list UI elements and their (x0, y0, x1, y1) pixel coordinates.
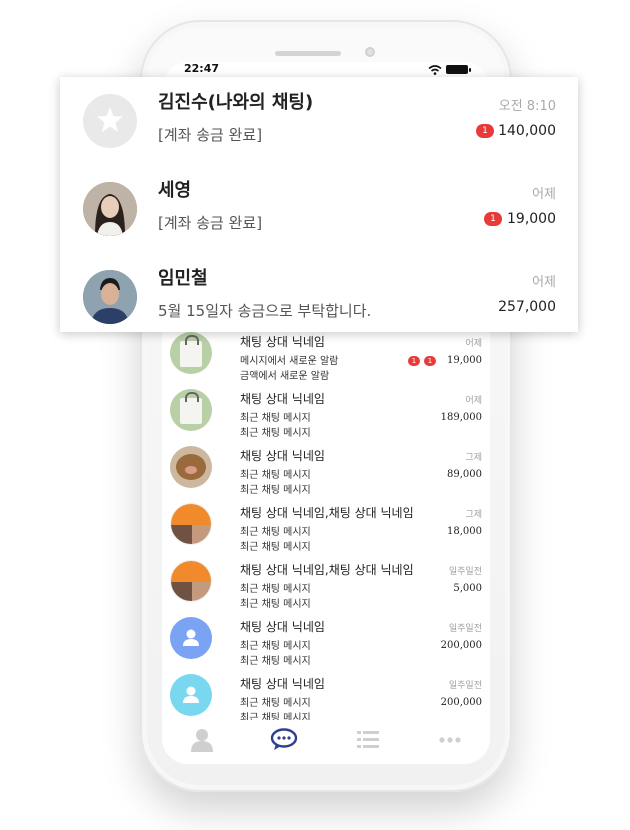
list-item[interactable]: 채팅 상대 닉네임,채팅 상대 닉네임 최근 채팅 메시지 최근 채팅 메시지 일주일… (162, 558, 490, 615)
chat-amount: 140,000 (498, 123, 556, 139)
list-item[interactable]: 채팅 상대 닉네임 최근 채팅 메시지 최근 채팅 메시지 어제 189,000 (162, 387, 490, 444)
chat-message: [계좌 송금 완료] (158, 214, 263, 232)
avatar-person-icon (170, 617, 212, 659)
wifi-icon (428, 65, 442, 75)
chat-message: 5월 15일자 송금으로 부탁합니다. (158, 302, 372, 320)
list-item-amount: 18,000 (447, 526, 482, 537)
list-item-time: 그제 (465, 453, 482, 463)
tab-friends-person-icon[interactable] (188, 728, 216, 752)
chat-row[interactable]: 임민철 5월 15일자 송금으로 부탁합니다. 어제 257,000 (60, 253, 578, 341)
list-item-amount: 5,000 (453, 583, 482, 594)
tab-list-icon[interactable] (354, 728, 382, 752)
list-item-time: 일주일전 (448, 567, 482, 577)
mockup-stage: 22:47 채팅 상대 닉네임 메시지에서 새로운 알람 금액에서 새로운 알람 어제… (0, 0, 630, 830)
unread-badge: 1 (476, 124, 494, 138)
list-item-message: 최근 채팅 메시지 (240, 428, 311, 439)
chat-time: 어제 (532, 275, 556, 290)
list-item-message: 최근 채팅 메시지 (240, 599, 311, 610)
list-item-message: 최근 채팅 메시지 (240, 542, 311, 553)
chat-time: 오전 8:10 (498, 99, 556, 114)
avatar-shopping-bag-icon (170, 389, 212, 431)
avatar-man-photo (83, 270, 137, 324)
tab-chats-chat-bubble-icon[interactable] (270, 728, 298, 752)
unread-badge: 1 (424, 356, 436, 366)
chat-name: 세영 (158, 180, 192, 201)
avatar-plush-pig-icon (170, 446, 212, 488)
list-item-time: 그제 (465, 510, 482, 520)
tab-more-dots-icon[interactable] (436, 728, 464, 752)
chat-list: 채팅 상대 닉네임 메시지에서 새로운 알람금액에서 새로운 알람어제 19,000… (162, 330, 490, 729)
phone-speaker (275, 51, 341, 56)
unread-badge: 1 (408, 356, 420, 366)
list-item-time: 일주일전 (448, 624, 482, 634)
chat-message: [계좌 송금 완료] (158, 126, 263, 144)
list-item-name: 채팅 상대 닉네임,채팅 상대 닉네임 (240, 506, 414, 520)
default-avatar-star-icon (83, 94, 137, 148)
list-item-amount: 89,000 (447, 469, 482, 480)
list-item-message: 최근 채팅 메시지 (240, 698, 311, 709)
chat-row[interactable]: 세영 [계좌 송금 완료] 어제 1 19,000 (60, 165, 578, 253)
list-item[interactable]: 채팅 상대 닉네임 최근 채팅 메시지 최근 채팅 메시지 그제 89,000 (162, 444, 490, 501)
list-item-message: 최근 채팅 메시지 (240, 656, 311, 667)
phone-camera (365, 47, 375, 57)
list-item-message: 메시지에서 새로운 알람 (240, 356, 339, 367)
list-item-amount: 200,000 (440, 697, 482, 708)
chat-name: 임민철 (158, 268, 208, 289)
list-item-time: 어제 (465, 396, 482, 406)
list-item-name: 채팅 상대 닉네임 (240, 677, 325, 691)
unread-badge: 1 (484, 212, 502, 226)
list-item[interactable]: 채팅 상대 닉네임 최근 채팅 메시지 최근 채팅 메시지 일주일전 200,000 (162, 615, 490, 672)
list-item-message: 최근 채팅 메시지 (240, 584, 311, 595)
list-item-message: 최근 채팅 메시지 (240, 485, 311, 496)
avatar-woman-photo (83, 182, 137, 236)
list-item-name: 채팅 상대 닉네임 (240, 620, 325, 634)
chat-name: 김진수(나와의 채팅) (158, 92, 314, 113)
chat-row[interactable]: 김진수(나와의 채팅) [계좌 송금 완료] 오전 8:10 1 140,000 (60, 77, 578, 165)
chat-amount: 257,000 (498, 299, 556, 315)
list-item[interactable]: 채팅 상대 닉네임,채팅 상대 닉네임 최근 채팅 메시지 최근 채팅 메시지 그제 1… (162, 501, 490, 558)
list-item-name: 채팅 상대 닉네임,채팅 상대 닉네임 (240, 563, 414, 577)
list-item-amount: 19,000 (447, 355, 482, 366)
list-item-name: 채팅 상대 닉네임 (240, 392, 325, 406)
avatar-person-icon (170, 674, 212, 716)
list-item-time: 일주일전 (448, 681, 482, 691)
list-item-amount: 200,000 (440, 640, 482, 651)
list-item-name: 채팅 상대 닉네임 (240, 449, 325, 463)
bottom-tab-bar (162, 720, 490, 764)
chat-amount: 19,000 (507, 211, 556, 227)
list-item-message: 최근 채팅 메시지 (240, 470, 311, 481)
list-item-message: 금액에서 새로운 알람 (240, 371, 330, 382)
list-item-message: 최근 채팅 메시지 (240, 641, 311, 652)
chat-time: 어제 (532, 187, 556, 202)
avatar-group-photo (170, 560, 212, 602)
list-item-amount: 189,000 (440, 412, 482, 423)
battery-icon (446, 65, 471, 74)
avatar-group-photo (170, 503, 212, 545)
list-item-message: 최근 채팅 메시지 (240, 413, 311, 424)
highlighted-chat-card: 김진수(나와의 채팅) [계좌 송금 완료] 오전 8:10 1 140,000… (60, 77, 578, 332)
status-time: 22:47 (184, 62, 220, 75)
list-item-message: 최근 채팅 메시지 (240, 527, 311, 538)
